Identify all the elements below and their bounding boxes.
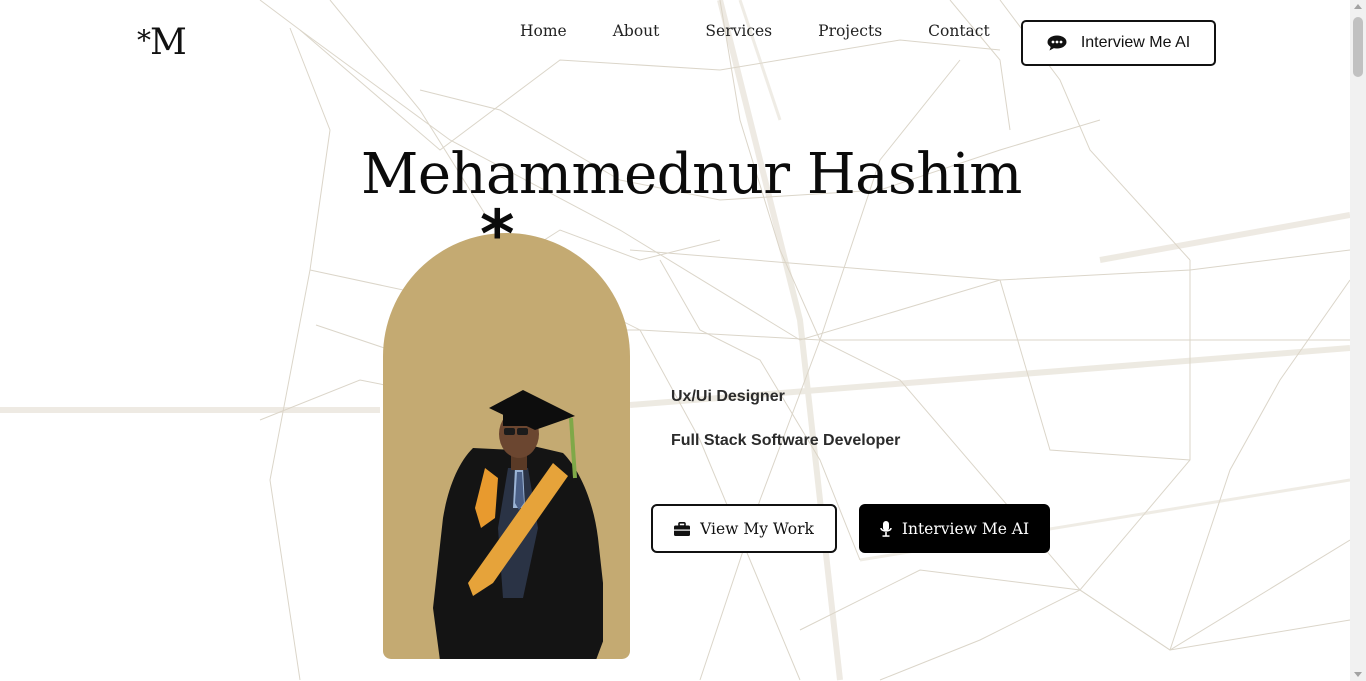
header-interview-button[interactable]: Interview Me AI [1021,20,1216,66]
view-my-work-button[interactable]: View My Work [651,504,837,553]
decorative-asterisk: * [480,196,515,273]
vertical-scrollbar[interactable] [1350,0,1366,681]
microphone-icon [880,520,892,537]
scroll-up-arrow-icon[interactable] [1354,4,1362,9]
briefcase-icon [674,521,691,536]
graduation-portrait-image [433,390,603,659]
hero-name: Mehammednur Hashim [361,142,1022,207]
scrollbar-thumb[interactable] [1353,17,1363,77]
logo[interactable]: *M [137,22,187,63]
nav-link-contact[interactable]: Contact [928,20,990,42]
nav-link-home[interactable]: Home [520,20,567,42]
nav-link-about[interactable]: About [613,20,660,42]
portrait-arch [383,233,630,659]
chat-bubble-icon [1047,35,1067,51]
role-fullstack: Full Stack Software Developer [671,432,901,449]
logo-mark: * [137,24,151,57]
interview-me-ai-label: Interview Me AI [901,519,1030,538]
role-ux-ui: Ux/Ui Designer [671,388,785,405]
scroll-down-arrow-icon[interactable] [1354,672,1362,677]
network-lines-background [0,0,1350,681]
view-my-work-label: View My Work [700,519,814,538]
nav-link-projects[interactable]: Projects [818,20,882,42]
main-nav: Home About Services Projects Contact [520,20,990,42]
interview-me-ai-button[interactable]: Interview Me AI [859,504,1050,553]
nav-link-services[interactable]: Services [705,20,772,42]
header-interview-label: Interview Me AI [1080,34,1191,51]
logo-letter: M [150,22,187,63]
